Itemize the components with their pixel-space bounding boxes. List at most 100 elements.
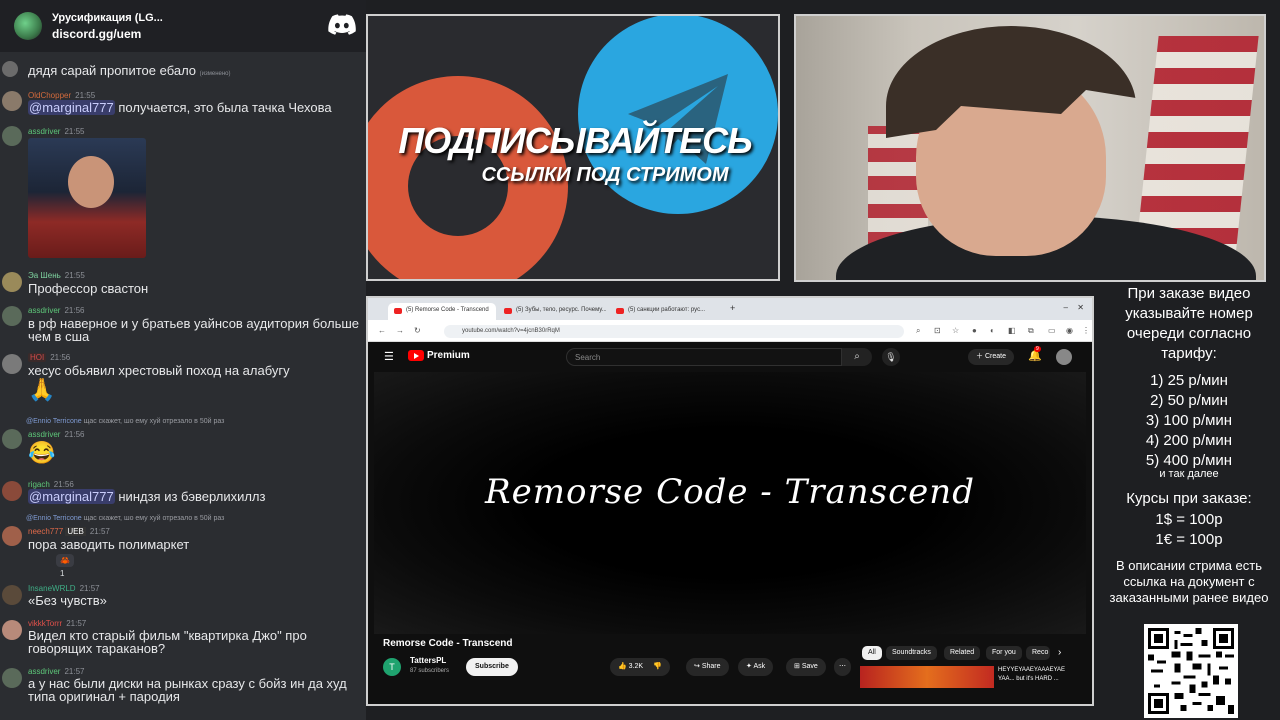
extension-icon[interactable]: ● [972, 326, 977, 335]
search-icon[interactable]: ⌕ [842, 348, 872, 366]
author-name[interactable]: vikkkTorrr [28, 619, 62, 628]
url-field[interactable]: youtube.com/watch?v=4jcnB30rRqM [444, 325, 904, 338]
tier-item: 3) 100 р/мин [1145, 412, 1233, 429]
reply-author: @Ennio Terricone [26, 515, 82, 522]
reaction-count: 1 [60, 569, 65, 578]
role-tag: UEB [65, 527, 86, 536]
hamburger-menu-icon[interactable]: ☰ [384, 350, 394, 363]
browser-window: (5) Remorse Code - Transcend (5) Зубы, т… [366, 296, 1094, 706]
browser-tab[interactable]: (5) Зубы, тело, ресурс. Почему... [498, 303, 606, 320]
recommended-thumbnail[interactable] [860, 666, 994, 688]
microphone-icon[interactable]: 🎙 [882, 348, 900, 366]
new-tab-icon[interactable]: + [730, 303, 735, 313]
thumbs-down-icon[interactable]: 👎 [653, 663, 662, 670]
order-heading: При заказе видео указывайте номер очеред… [1125, 285, 1253, 362]
ask-button[interactable]: ✦ Ask [738, 658, 774, 676]
reply-preview[interactable]: @Ennio Terricone щас скажет, шо ему хуй … [26, 418, 224, 425]
avatar [2, 91, 22, 111]
create-label: Create [984, 353, 1006, 360]
qr-code-icon[interactable] [1144, 624, 1238, 718]
browser-tab[interactable]: (5) санкции работают: рус... [610, 303, 718, 320]
invite-link[interactable]: discord.gg/uem [52, 26, 163, 42]
message-text: Профессор свастон [28, 281, 149, 296]
chip-related[interactable]: Related [944, 646, 981, 660]
author-name[interactable]: assdriver [28, 667, 60, 676]
timestamp: 21:56 [50, 353, 71, 362]
notification-count: 9 [1034, 346, 1041, 352]
author-name[interactable]: Эа Шень [28, 271, 61, 280]
chip-recommended[interactable]: Reco [1026, 646, 1050, 660]
channel-name[interactable]: TattersPL [410, 656, 446, 665]
tier-item: 4) 200 р/мин [1145, 432, 1233, 449]
author-name[interactable]: neech777 [28, 527, 63, 536]
order-info-panel: При заказе видео указывайте номер очеред… [1098, 282, 1280, 720]
chip-all[interactable]: All [862, 646, 882, 660]
search-input[interactable]: Search [566, 348, 842, 366]
share-icon: ↪ [694, 663, 700, 670]
video-player[interactable]: Remorse Code - Transcend [374, 372, 1086, 634]
install-icon[interactable]: ⊡ [934, 326, 941, 335]
channel-avatar[interactable]: T [383, 658, 401, 676]
create-button[interactable]: ＋ Create [968, 349, 1014, 365]
share-button[interactable]: ↪ Share [686, 658, 729, 676]
chip-for-you[interactable]: For you [986, 646, 1022, 660]
extensions-puzzle-icon[interactable]: ⧉ [1028, 326, 1034, 336]
timestamp: 21:56 [53, 480, 74, 489]
avatar [2, 354, 22, 374]
zoom-icon[interactable]: ⌕ [916, 326, 920, 336]
timestamp: 21:57 [66, 619, 87, 628]
close-icon[interactable]: ✕ [1077, 303, 1084, 312]
like-button[interactable]: 👍 3.2K 👎 [610, 658, 670, 676]
subscribe-button[interactable]: Subscribe [466, 658, 518, 676]
user-mention[interactable]: @marginal777 [28, 489, 115, 504]
share-label: Share [701, 663, 721, 670]
bookmark-star-icon[interactable]: ☆ [952, 326, 959, 335]
back-icon[interactable]: ← [378, 326, 386, 335]
profile-icon[interactable]: ◉ [1066, 326, 1073, 335]
save-button[interactable]: ⊞ Save [786, 658, 826, 676]
author-name[interactable]: OldChopper [28, 91, 71, 100]
author-name[interactable]: rigach [28, 480, 50, 489]
banner-title: ПОДПИСЫВАЙТЕСЬ [398, 120, 752, 161]
author-name[interactable]: InsaneWRLD [28, 584, 76, 593]
sidebar-icon[interactable]: ▭ [1048, 326, 1056, 335]
chip-soundtracks[interactable]: Soundtracks [886, 646, 937, 660]
reaction-emoji-icon: 🦀 [60, 556, 70, 565]
banner-subtitle: ССЫЛКИ ПОД СТРИМОМ [481, 164, 729, 186]
avatar [2, 272, 22, 292]
server-icon [14, 12, 42, 40]
description-note: В описании стрима есть ссылка на докумен… [1109, 558, 1269, 605]
tier-item: 2) 50 р/мин [1150, 392, 1228, 409]
video-overlay-title: Remorse Code - Transcend [485, 472, 975, 512]
ask-label: Ask [753, 663, 766, 670]
minimize-icon[interactable]: – [1064, 303, 1068, 312]
reaction-chip[interactable]: 🦀 1 [56, 554, 74, 578]
rate-item: 1€ = 100р [1155, 531, 1223, 548]
author-name[interactable]: assdriver [28, 127, 60, 136]
reply-preview[interactable]: @Ennio Terricone щас скажет, шо ему хуй … [26, 515, 224, 522]
notifications-bell-icon[interactable]: 🔔 9 [1028, 346, 1042, 362]
browser-tab[interactable]: (5) Remorse Code - Transcend [388, 303, 496, 320]
youtube-logo[interactable]: Premium [408, 350, 470, 361]
message-text: «Без чувств» [28, 593, 107, 608]
author-name[interactable]: assdriver [28, 430, 60, 439]
extension-icon[interactable]: ◐ [990, 326, 995, 335]
address-bar-row: ← → ↻ youtube.com/watch?v=4jcnB30rRqM ⌕ … [368, 320, 1092, 342]
extension-icon[interactable]: ◧ [1008, 326, 1016, 335]
avatar [2, 481, 22, 501]
user-mention[interactable]: @marginal777 [28, 100, 115, 115]
more-actions-icon[interactable]: ⋯ [834, 658, 851, 676]
facepalm-image[interactable] [28, 138, 146, 258]
edited-label: (изменено) [199, 71, 231, 77]
chevron-right-icon[interactable]: › [1058, 647, 1061, 658]
avatar [2, 429, 22, 449]
save-icon: ⊞ [794, 663, 800, 670]
youtube-play-icon [408, 350, 424, 361]
account-avatar[interactable] [1056, 349, 1072, 365]
recommended-title[interactable]: HEYYEYAAEYAAAEYAE YAA... but it's HARD .… [998, 666, 1078, 684]
reload-icon[interactable]: ↻ [414, 326, 421, 335]
kebab-menu-icon[interactable]: ⋮ [1082, 326, 1090, 335]
timestamp: 21:57 [64, 667, 85, 676]
forward-icon[interactable]: → [396, 326, 404, 335]
author-name[interactable]: assdriver [28, 306, 60, 315]
